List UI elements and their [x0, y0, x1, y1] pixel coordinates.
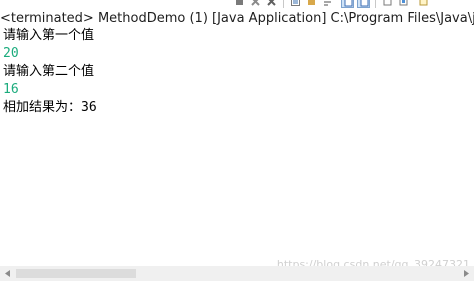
console-header: <terminated> MethodDemo (1) [Java Applic…: [0, 11, 474, 26]
remove-launch-button[interactable]: [249, 0, 262, 8]
pin-console-icon: [383, 0, 392, 6]
remove-launch-icon: [251, 0, 260, 6]
display-selected-console-button[interactable]: [397, 0, 410, 8]
console-input-second-value: 16: [3, 82, 19, 97]
scroll-lock-icon: [308, 0, 315, 5]
show-on-stderr-change-icon: [360, 0, 369, 7]
open-console-button[interactable]: [417, 0, 430, 8]
console-output[interactable]: 请输入第一个值 20 请输入第二个值 16 相加结果为：36: [3, 27, 469, 263]
console-sum-result: 相加结果为：36: [3, 100, 97, 115]
remove-all-terminated-icon: [267, 0, 276, 6]
console-toolbar: [0, 0, 474, 9]
word-wrap-button[interactable]: [321, 0, 334, 8]
show-on-stderr-change-button[interactable]: [357, 0, 370, 8]
remove-all-terminated-button[interactable]: [265, 0, 278, 8]
word-wrap-icon: [324, 1, 331, 6]
scroll-thumb[interactable]: [16, 269, 136, 278]
scroll-lock-button[interactable]: [305, 0, 318, 8]
clear-console-button[interactable]: [289, 0, 302, 8]
console-prompt-second: 请输入第二个值: [3, 64, 95, 79]
terminate-icon: [236, 0, 243, 5]
scroll-left-arrow-icon[interactable]: [0, 266, 15, 281]
open-console-icon: [419, 0, 428, 6]
console-input-first-value: 20: [3, 46, 19, 61]
terminate-button[interactable]: [233, 0, 246, 8]
pin-console-button[interactable]: [381, 0, 394, 8]
show-on-stdout-change-icon: [344, 0, 353, 7]
clear-console-icon: [291, 0, 300, 6]
horizontal-scrollbar[interactable]: [0, 266, 474, 281]
show-on-stdout-change-button[interactable]: [341, 0, 354, 8]
console-prompt-first: 请输入第一个值: [3, 28, 95, 43]
scroll-right-arrow-icon[interactable]: [459, 266, 474, 281]
display-selected-console-icon: [399, 0, 408, 6]
